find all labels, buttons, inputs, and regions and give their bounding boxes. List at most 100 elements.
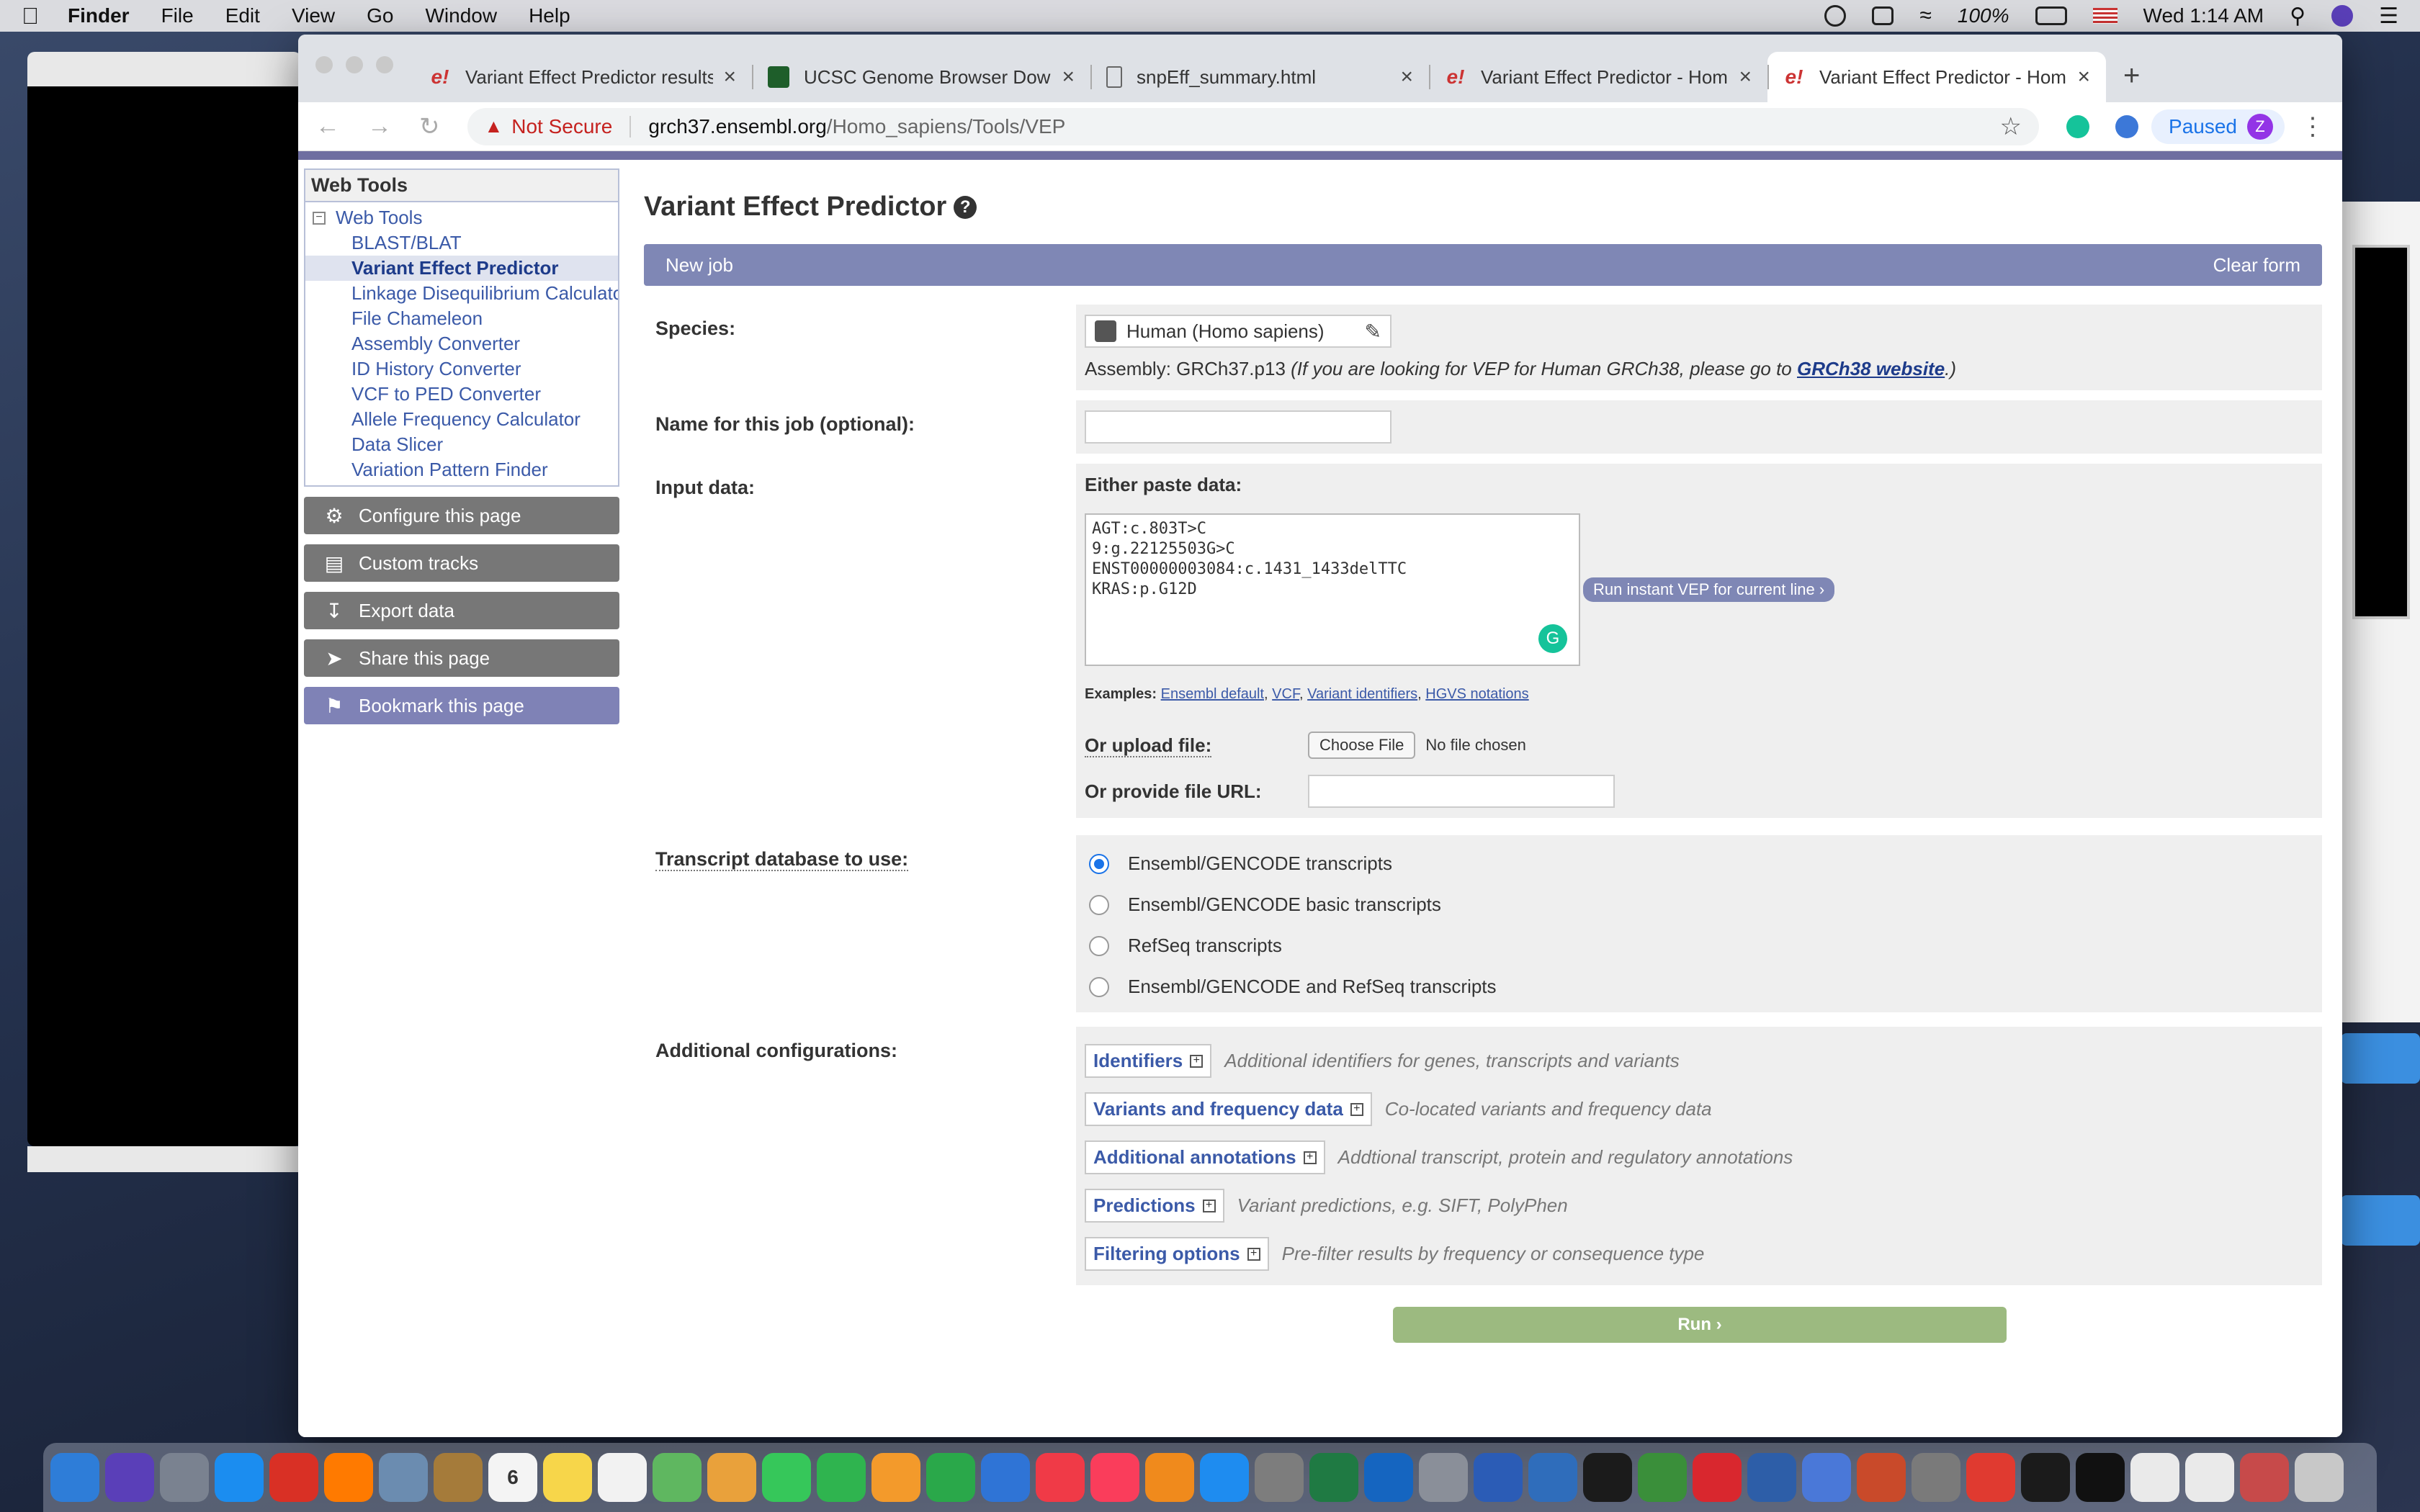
browser-tab[interactable]: e! Variant Effect Predictor results × <box>413 52 752 102</box>
sidebar-item-id-history[interactable]: ID History Converter <box>305 356 618 382</box>
chrome-icon[interactable] <box>269 1453 318 1502</box>
menu-window[interactable]: Window <box>425 4 497 27</box>
outlook-icon[interactable] <box>1364 1453 1413 1502</box>
paste-data-textarea[interactable]: AGT:c.803T>C 9:g.22125503G>C ENST0000000… <box>1085 513 1580 666</box>
sidebar-item-vcf-to-ped[interactable]: VCF to PED Converter <box>305 382 618 407</box>
search-extension-icon[interactable] <box>2115 114 2139 138</box>
flag-icon[interactable] <box>2092 8 2118 24</box>
example-hgvs[interactable]: HGVS notations <box>1425 686 1528 702</box>
radio[interactable] <box>1089 894 1109 915</box>
collapse-icon[interactable]: − <box>313 211 326 225</box>
maps-icon[interactable] <box>653 1453 702 1502</box>
r-icon[interactable] <box>1528 1453 1577 1502</box>
activity-icon[interactable] <box>2021 1453 2070 1502</box>
profile-button[interactable]: Paused Z <box>2151 109 2285 144</box>
close-tab-icon[interactable]: × <box>2077 65 2090 89</box>
run-button[interactable]: Run › <box>1393 1307 2007 1343</box>
sync-icon[interactable] <box>1638 1453 1687 1502</box>
safari-icon[interactable] <box>215 1453 264 1502</box>
books-icon[interactable] <box>1145 1453 1194 1502</box>
zoom-window-button[interactable] <box>376 56 393 73</box>
trash-icon[interactable] <box>2295 1453 2344 1502</box>
wifi-icon[interactable]: ≈ <box>1919 4 1931 28</box>
calendar-icon[interactable]: 6 <box>488 1453 537 1502</box>
help-icon[interactable]: ? <box>954 195 977 219</box>
additional-annotations-toggle[interactable]: Additional annotations + <box>1085 1140 1325 1174</box>
numbers-icon[interactable] <box>926 1453 975 1502</box>
menu-help[interactable]: Help <box>529 4 570 27</box>
sidebar-item-data-slicer[interactable]: Data Slicer <box>305 432 618 457</box>
firefox-icon[interactable] <box>324 1453 373 1502</box>
word-icon[interactable] <box>1474 1453 1523 1502</box>
pages-icon[interactable] <box>871 1453 920 1502</box>
notefile-icon[interactable] <box>434 1453 483 1502</box>
battery-percent[interactable]: 100% <box>1958 4 2009 27</box>
transcript-option[interactable]: Ensembl/GENCODE transcripts <box>1085 852 2313 875</box>
more-menu-icon[interactable]: ⋮ <box>2300 112 2325 141</box>
security-status[interactable]: Not Secure <box>511 115 612 138</box>
clock[interactable]: Wed 1:14 AM <box>2143 4 2264 27</box>
sidebar-item-blast[interactable]: BLAST/BLAT <box>305 230 618 256</box>
file-url-input[interactable] <box>1308 775 1615 808</box>
sidebar-item-assembly-converter[interactable]: Assembly Converter <box>305 331 618 356</box>
chromium-icon[interactable] <box>1802 1453 1851 1502</box>
preview-icon[interactable] <box>379 1453 428 1502</box>
run-instant-vep-button[interactable]: Run instant VEP for current line › <box>1583 577 1835 602</box>
close-tab-icon[interactable]: × <box>1739 65 1752 89</box>
new-job-link[interactable]: New job <box>666 254 733 276</box>
bookmark-page-button[interactable]: ⚑ Bookmark this page <box>304 687 619 724</box>
minimize-window-button[interactable] <box>346 56 363 73</box>
configure-page-button[interactable]: ⚙ Configure this page <box>304 497 619 534</box>
menu-file[interactable]: File <box>161 4 194 27</box>
siri-menu-icon[interactable] <box>2331 5 2354 27</box>
pycharm-icon[interactable] <box>1583 1453 1632 1502</box>
sidebar-item-file-chameleon[interactable]: File Chameleon <box>305 306 618 331</box>
forward-icon[interactable]: → <box>367 112 392 140</box>
tree-root[interactable]: − Web Tools <box>305 202 618 230</box>
menu-go[interactable]: Go <box>367 4 393 27</box>
clear-form-link[interactable]: Clear form <box>2213 254 2300 276</box>
document-icon[interactable] <box>2130 1453 2179 1502</box>
sidebar-item-ld-calculator[interactable]: Linkage Disequilibrium Calculato <box>305 281 618 306</box>
finder-icon[interactable] <box>50 1453 99 1502</box>
close-tab-icon[interactable]: × <box>1062 65 1075 89</box>
disk-icon[interactable] <box>1419 1453 1468 1502</box>
messages-icon[interactable] <box>762 1453 811 1502</box>
keynote-icon[interactable] <box>981 1453 1030 1502</box>
siri-icon[interactable] <box>105 1453 154 1502</box>
menu-edit[interactable]: Edit <box>225 4 260 27</box>
facetime-icon[interactable] <box>817 1453 866 1502</box>
grch38-link[interactable]: GRCh38 website <box>1797 358 1945 379</box>
powerpoint-icon[interactable] <box>1857 1453 1906 1502</box>
music-icon[interactable] <box>1090 1453 1139 1502</box>
system-preferences-icon[interactable] <box>1255 1453 1304 1502</box>
news-icon[interactable] <box>1036 1453 1085 1502</box>
grammarly-icon[interactable]: G <box>1538 624 1567 653</box>
address-bar[interactable]: ▲ Not Secure grch37.ensembl.org /Homo_sa… <box>467 107 2040 145</box>
example-ensembl-default[interactable]: Ensembl default <box>1161 686 1264 702</box>
job-name-input[interactable] <box>1085 410 1392 444</box>
transcript-option[interactable]: RefSeq transcripts <box>1085 935 2313 957</box>
notes-icon[interactable] <box>543 1453 592 1502</box>
virtualbox-icon[interactable] <box>1747 1453 1796 1502</box>
close-tab-icon[interactable]: × <box>723 65 736 89</box>
close-tab-icon[interactable]: × <box>1400 65 1413 89</box>
document2-icon[interactable] <box>2185 1453 2234 1502</box>
custom-tracks-button[interactable]: ▤ Custom tracks <box>304 544 619 582</box>
example-variant-ids[interactable]: Variant identifiers <box>1307 686 1417 702</box>
pdf-icon[interactable] <box>1966 1453 2015 1502</box>
transcript-option[interactable]: Ensembl/GENCODE and RefSeq transcripts <box>1085 976 2313 998</box>
launchpad-icon[interactable] <box>160 1453 209 1502</box>
desktop-item[interactable] <box>2341 1195 2420 1246</box>
radio[interactable] <box>1089 935 1109 956</box>
choose-file-button[interactable]: Choose File <box>1308 732 1416 759</box>
spotlight-icon[interactable]: ⚲ <box>2290 4 2305 29</box>
variants-frequency-toggle[interactable]: Variants and frequency data + <box>1085 1092 1372 1126</box>
reload-icon[interactable]: ↻ <box>419 112 440 141</box>
desktop-item[interactable] <box>2341 1033 2420 1084</box>
folder-icon[interactable] <box>2240 1453 2289 1502</box>
notification-center-icon[interactable]: ☰ <box>2379 4 2398 29</box>
predictions-toggle[interactable]: Predictions + <box>1085 1189 1224 1223</box>
browser-tab[interactable]: UCSC Genome Browser Downl × <box>752 52 1090 102</box>
radio[interactable] <box>1089 976 1109 997</box>
